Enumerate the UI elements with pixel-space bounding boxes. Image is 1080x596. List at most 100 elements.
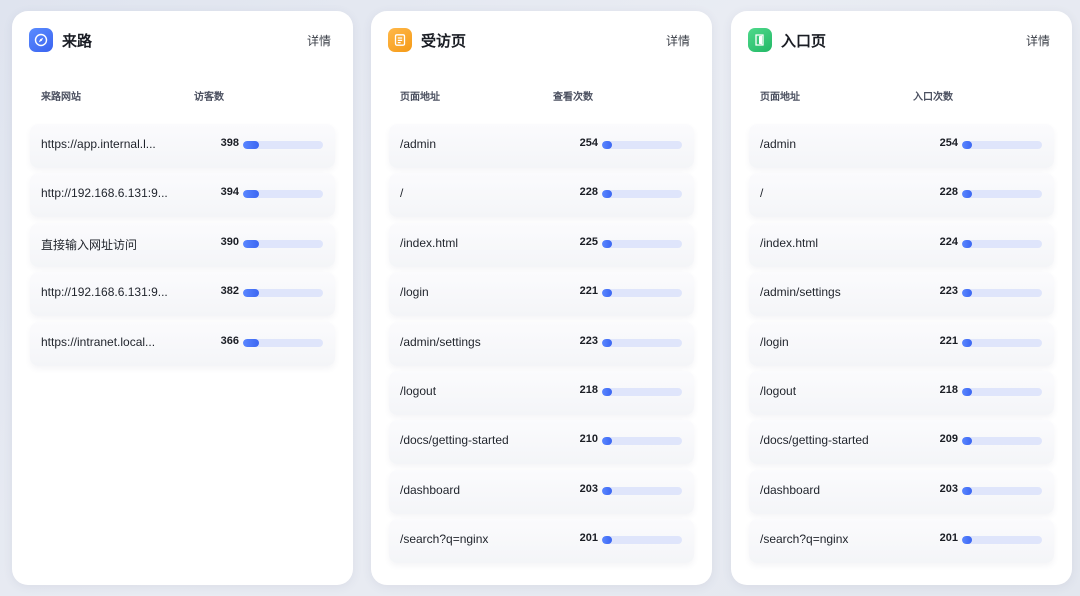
- item-label: /: [400, 186, 404, 201]
- progress-bar: [602, 387, 682, 396]
- column-header-page: 页面地址: [400, 92, 440, 103]
- list-item[interactable]: /admin/settings 223: [389, 321, 694, 366]
- progress-bar-fill: [962, 289, 972, 298]
- column-headers: 页面地址 入口次数: [760, 88, 1060, 103]
- details-link[interactable]: 详情: [1026, 32, 1050, 49]
- panel-header: 受访页 详情: [388, 28, 690, 52]
- item-label: /index.html: [400, 235, 459, 250]
- progress-bar-fill: [962, 239, 972, 248]
- item-count: 223: [579, 334, 598, 347]
- progress-bar-fill: [602, 289, 612, 298]
- list-item[interactable]: /index.html 225: [389, 222, 694, 267]
- list-item[interactable]: /docs/getting-started 209: [749, 420, 1054, 465]
- item-count: 218: [579, 383, 598, 396]
- item-label: /search?q=nginx: [760, 532, 849, 547]
- progress-bar: [962, 437, 1042, 446]
- list-item[interactable]: / 228: [389, 173, 694, 218]
- item-label: /: [760, 186, 764, 201]
- progress-bar: [602, 486, 682, 495]
- progress-bar: [243, 239, 323, 248]
- item-count: 254: [939, 137, 958, 149]
- item-count: 225: [579, 235, 598, 248]
- progress-bar-fill: [962, 141, 972, 149]
- column-header-count: 入口次数: [913, 92, 953, 103]
- item-count: 209: [939, 433, 958, 446]
- list-item[interactable]: https://app.internal.l... 398: [30, 124, 335, 168]
- list-item[interactable]: /search?q=nginx 201: [389, 519, 694, 564]
- item-label: /admin/settings: [760, 285, 841, 300]
- list-item[interactable]: /docs/getting-started 210: [389, 420, 694, 465]
- item-count: 203: [939, 482, 958, 495]
- item-count: 254: [579, 137, 598, 149]
- item-label: /dashboard: [400, 482, 461, 497]
- item-label: /docs/getting-started: [400, 433, 509, 448]
- page-icon: [388, 28, 412, 52]
- progress-bar: [602, 239, 682, 248]
- item-label: /docs/getting-started: [760, 433, 869, 448]
- item-label: /admin: [760, 137, 797, 151]
- progress-bar-fill: [962, 190, 972, 199]
- list-item[interactable]: /index.html 224: [749, 222, 1054, 267]
- list-item[interactable]: /login 221: [389, 272, 694, 317]
- progress-bar: [602, 289, 682, 298]
- list-item[interactable]: http://192.168.6.131:9... 394: [30, 173, 335, 218]
- list-item[interactable]: /admin 254: [749, 124, 1054, 168]
- list-item[interactable]: /logout 218: [749, 370, 1054, 415]
- visited-pages-list: /admin 254 / 228/index.html 225/login 221/adm…: [389, 124, 694, 569]
- list-item[interactable]: /search?q=nginx 201: [749, 519, 1054, 564]
- column-headers: 页面地址 查看次数: [400, 88, 700, 103]
- column-header-count: 访客数: [194, 92, 224, 103]
- list-item[interactable]: /login 221: [749, 321, 1054, 366]
- item-count: 224: [939, 235, 958, 248]
- item-label: /login: [400, 285, 429, 300]
- progress-bar: [602, 536, 682, 545]
- progress-bar-fill: [962, 338, 972, 347]
- progress-bar-fill: [602, 141, 612, 149]
- item-count: 221: [939, 334, 958, 347]
- details-link[interactable]: 详情: [666, 32, 690, 49]
- progress-bar-fill: [602, 239, 612, 248]
- item-label: /index.html: [760, 235, 819, 250]
- item-label: https://app.internal.l...: [41, 137, 156, 151]
- column-header-count: 查看次数: [553, 92, 593, 103]
- item-count: 201: [579, 532, 598, 545]
- list-item[interactable]: /admin 254: [389, 124, 694, 168]
- compass-icon: [29, 28, 53, 52]
- progress-bar: [602, 437, 682, 446]
- list-item[interactable]: http://192.168.6.131:9... 382: [30, 272, 335, 317]
- progress-bar-fill: [243, 289, 259, 298]
- progress-bar: [243, 190, 323, 199]
- progress-bar-fill: [962, 536, 972, 545]
- item-label: /login: [760, 334, 789, 349]
- list-item[interactable]: /logout 218: [389, 370, 694, 415]
- progress-bar-fill: [243, 338, 259, 347]
- progress-bar-fill: [962, 387, 972, 396]
- item-count: 228: [579, 186, 598, 199]
- list-item[interactable]: / 228: [749, 173, 1054, 218]
- panel-title: 来路: [62, 32, 93, 50]
- progress-bar: [962, 141, 1042, 149]
- details-link[interactable]: 详情: [307, 32, 331, 49]
- item-label: /search?q=nginx: [400, 532, 489, 547]
- item-label: /admin/settings: [400, 334, 481, 349]
- list-item[interactable]: /dashboard 203: [389, 469, 694, 514]
- progress-bar-fill: [962, 437, 972, 446]
- list-item[interactable]: 直接输入网址访问 390: [30, 222, 335, 267]
- progress-bar-fill: [962, 486, 972, 495]
- list-item[interactable]: /admin/settings 223: [749, 272, 1054, 317]
- list-item[interactable]: https://intranet.local... 366: [30, 321, 335, 366]
- item-count: 221: [579, 285, 598, 298]
- column-headers: 来路网站 访客数: [41, 88, 341, 103]
- item-label: /admin: [400, 137, 437, 151]
- item-label: http://192.168.6.131:9...: [41, 186, 168, 201]
- list-item[interactable]: /dashboard 203: [749, 469, 1054, 514]
- progress-bar-fill: [602, 536, 612, 545]
- item-count: 223: [939, 285, 958, 298]
- progress-bar: [602, 338, 682, 347]
- visited-pages-panel: 受访页 详情 页面地址 查看次数 /admin 254 / 228/index.htm…: [371, 11, 712, 585]
- progress-bar: [243, 338, 323, 347]
- item-count: 382: [220, 285, 239, 298]
- entry-pages-list: /admin 254 / 228/index.html 224/admin/settin…: [749, 124, 1054, 569]
- progress-bar: [243, 141, 323, 149]
- progress-bar-fill: [602, 190, 612, 199]
